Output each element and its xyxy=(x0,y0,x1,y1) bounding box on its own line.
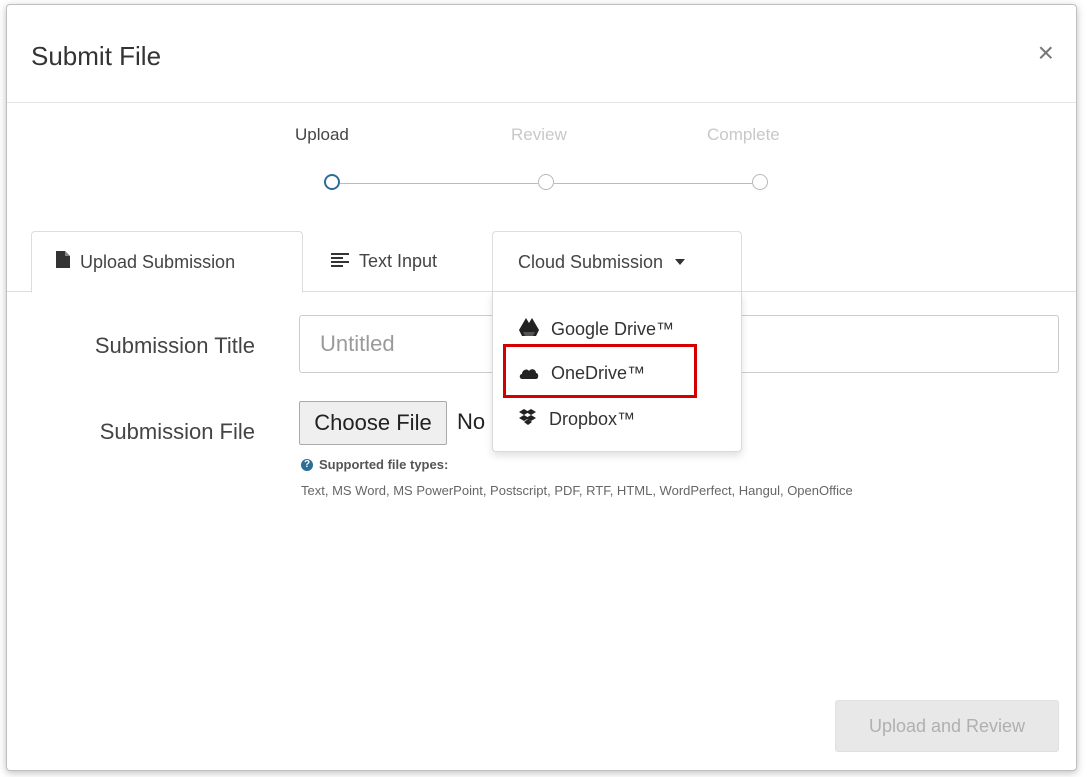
step-complete-dot xyxy=(752,174,768,190)
submit-file-dialog: Submit File × Upload Review Complete Upl… xyxy=(6,4,1077,771)
step-upload-dot xyxy=(324,174,340,190)
tab-upload-submission[interactable]: Upload Submission xyxy=(31,231,303,293)
submission-file-label: Submission File xyxy=(99,419,255,444)
onedrive-highlight-box xyxy=(503,344,697,398)
tab-cloud-submission-label: Cloud Submission xyxy=(518,251,664,272)
tab-cloud-submission[interactable]: Cloud Submission xyxy=(492,231,742,292)
dropbox-icon xyxy=(519,408,537,430)
supported-types-heading-text: Supported file types: xyxy=(319,457,449,472)
step-review-label: Review xyxy=(511,125,567,144)
step-complete-label: Complete xyxy=(707,125,780,144)
step-upload-label: Upload xyxy=(295,125,349,144)
submission-title-label: Submission Title xyxy=(94,333,255,358)
supported-types-heading: ? Supported file types: xyxy=(301,457,448,472)
menu-item-dropbox-label: Dropbox™ xyxy=(549,408,636,429)
upload-and-review-button[interactable]: Upload and Review xyxy=(835,700,1059,752)
tab-upload-submission-label: Upload Submission xyxy=(80,251,236,272)
choose-file-button[interactable]: Choose File xyxy=(299,401,447,445)
no-file-chosen-text: No xyxy=(457,409,486,434)
dialog-title: Submit File xyxy=(31,41,162,71)
tab-text-input[interactable]: Text Input xyxy=(307,231,487,291)
supported-file-types-list: Text, MS Word, MS PowerPoint, Postscript… xyxy=(301,483,853,498)
step-review-dot xyxy=(538,174,554,190)
google-drive-icon xyxy=(519,317,539,341)
question-circle-icon: ? xyxy=(301,458,313,471)
menu-item-google-drive[interactable]: Google Drive™ xyxy=(519,316,674,342)
cloud-submission-menu: Google Drive™ OneDrive™ Dropbox™ xyxy=(492,292,742,452)
caret-down-icon xyxy=(675,259,686,265)
step-connector-1 xyxy=(340,183,538,184)
step-connector-2 xyxy=(554,183,752,184)
close-button[interactable]: × xyxy=(1038,37,1054,69)
menu-item-google-drive-label: Google Drive™ xyxy=(551,318,675,339)
menu-item-dropbox[interactable]: Dropbox™ xyxy=(519,406,635,432)
align-left-icon xyxy=(331,251,349,272)
dialog-header: Submit File × xyxy=(7,5,1076,103)
file-icon xyxy=(56,251,70,273)
tab-text-input-label: Text Input xyxy=(359,250,438,271)
